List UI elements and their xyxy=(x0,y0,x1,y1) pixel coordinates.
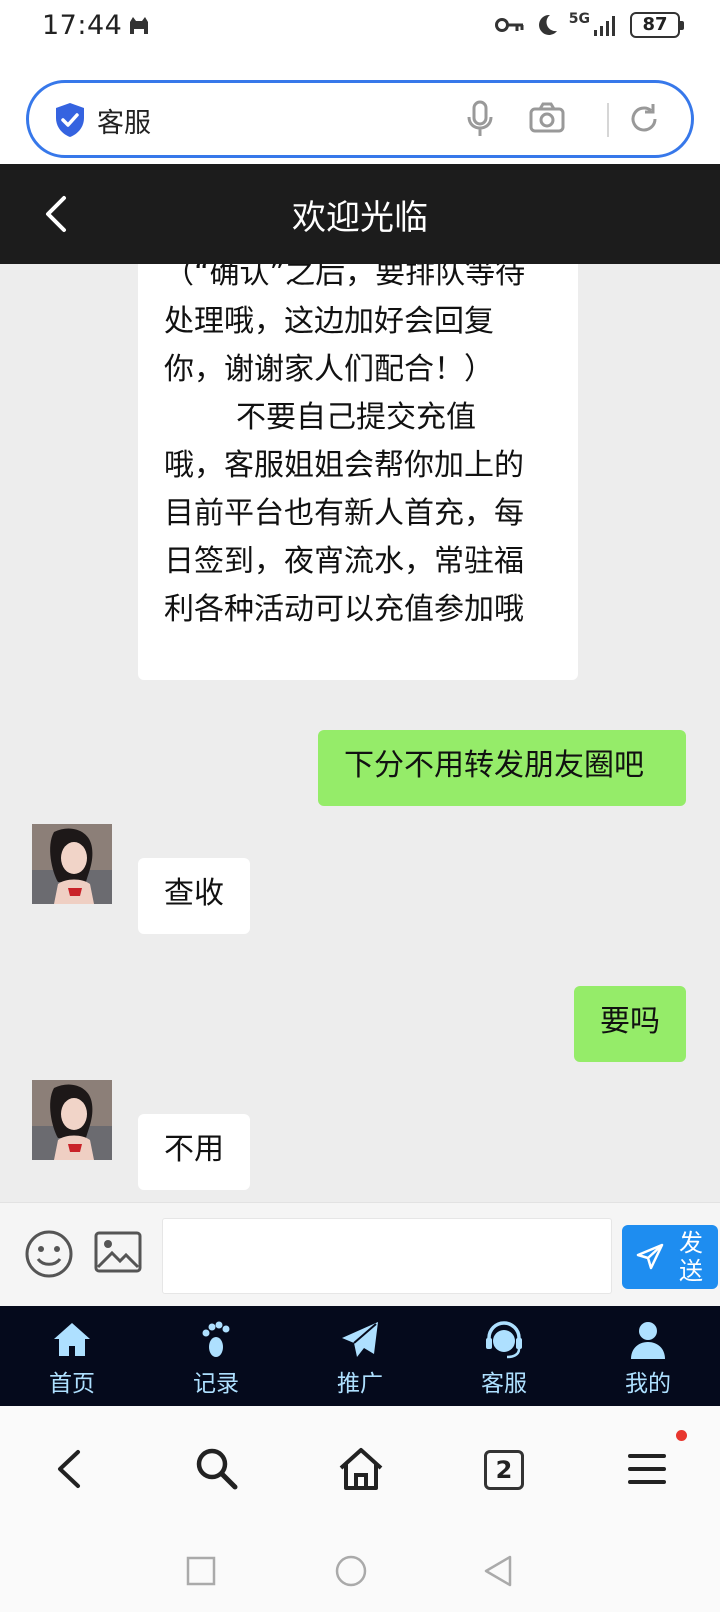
reload-icon[interactable] xyxy=(627,101,661,137)
received-message: 查收 xyxy=(138,858,250,934)
nav-item-service[interactable]: 客服 xyxy=(432,1306,576,1406)
battery-indicator: 87 xyxy=(630,12,684,38)
home-icon xyxy=(54,1323,90,1356)
emoji-icon[interactable] xyxy=(24,1229,74,1279)
system-nav-bar xyxy=(0,1532,720,1612)
signal-icon xyxy=(594,16,615,36)
message-text: 不用 xyxy=(164,1132,224,1167)
microphone-icon[interactable] xyxy=(465,99,495,139)
nav-item-mine[interactable]: 我的 xyxy=(576,1306,720,1406)
camera-icon[interactable] xyxy=(529,101,565,135)
avatar[interactable] xyxy=(32,824,112,904)
key-icon xyxy=(494,18,524,32)
avatar-image xyxy=(32,1080,112,1160)
headset-icon xyxy=(486,1321,522,1359)
message-input-bar: 发送 xyxy=(0,1202,720,1306)
footprint-icon xyxy=(202,1321,230,1357)
system-back-icon[interactable] xyxy=(482,1554,514,1588)
message-text: 查收 xyxy=(164,876,224,911)
moon-icon xyxy=(538,14,557,35)
system-home-icon[interactable] xyxy=(334,1554,368,1588)
send-button[interactable]: 发送 xyxy=(622,1225,718,1289)
nav-item-home[interactable]: 首页 xyxy=(0,1306,144,1406)
message-line: 哦，客服姐姐会帮你加上的 xyxy=(164,448,524,483)
browser-address-area: 客服 xyxy=(0,60,720,164)
message-line: （“确认”之后，要排队等待 xyxy=(164,264,526,291)
page-header: 欢迎光临 xyxy=(0,164,720,264)
status-icons: 5G 87 xyxy=(494,11,684,38)
send-arrow-icon xyxy=(636,1243,664,1270)
sent-message: 下分不用转发朋友圈吧 xyxy=(318,730,686,806)
sent-message: 要吗 xyxy=(574,986,686,1062)
message-line: 目前平台也有新人首充，每 xyxy=(164,496,524,531)
received-message: 不用 xyxy=(138,1114,250,1190)
nav-label: 推广 xyxy=(337,1371,383,1397)
message-text: 下分不用转发朋友圈吧 xyxy=(344,748,644,783)
received-message-long: g） （“确认”之后，要排队等待 处理哦，这边加好会回复 你，谢谢家人们配合！）… xyxy=(138,264,578,680)
browser-back-icon[interactable] xyxy=(46,1444,96,1494)
cat-icon xyxy=(130,17,148,34)
security-shield-icon xyxy=(56,103,84,137)
notification-dot xyxy=(676,1430,687,1441)
send-label: 发送 xyxy=(679,1229,703,1285)
search-icon[interactable] xyxy=(192,1444,242,1494)
image-icon[interactable] xyxy=(94,1231,142,1273)
message-line: 不要自己提交充值 xyxy=(236,400,476,435)
status-time: 17:44 xyxy=(42,10,123,41)
nav-label: 记录 xyxy=(193,1371,239,1397)
nav-label: 客服 xyxy=(481,1371,527,1397)
nav-item-promote[interactable]: 推广 xyxy=(288,1306,432,1406)
address-divider xyxy=(607,103,609,137)
recent-apps-icon[interactable] xyxy=(186,1556,216,1586)
menu-icon[interactable] xyxy=(622,1444,672,1494)
paper-plane-icon xyxy=(342,1322,378,1357)
nav-item-records[interactable]: 记录 xyxy=(144,1306,288,1406)
app-bottom-nav: 首页 记录 推广 客服 我的 xyxy=(0,1306,720,1406)
tab-count-button[interactable]: 2 xyxy=(484,1450,524,1490)
browser-toolbar: 2 xyxy=(0,1406,720,1532)
message-line: 日签到，夜宵流水，常驻福 xyxy=(164,544,524,579)
avatar[interactable] xyxy=(32,1080,112,1160)
message-text: 要吗 xyxy=(600,1004,660,1039)
page-title: 欢迎光临 xyxy=(292,198,428,238)
message-line: 处理哦，这边加好会回复 xyxy=(164,304,494,339)
avatar-image xyxy=(32,824,112,904)
home-icon[interactable] xyxy=(336,1444,386,1494)
user-icon xyxy=(631,1322,665,1359)
nav-label: 首页 xyxy=(49,1371,95,1397)
address-text: 客服 xyxy=(97,108,151,139)
message-line: 你，谢谢家人们配合！） xyxy=(164,352,494,387)
message-input[interactable] xyxy=(162,1218,612,1294)
nav-label: 我的 xyxy=(625,1371,671,1397)
status-bar: 17:44 5G 87 xyxy=(0,0,720,60)
address-bar[interactable]: 客服 xyxy=(26,80,694,158)
chat-area[interactable]: g） （“确认”之后，要排队等待 处理哦，这边加好会回复 你，谢谢家人们配合！）… xyxy=(0,264,720,1202)
message-line: 利各种活动可以充值参加哦 xyxy=(164,592,524,627)
network-label: 5G xyxy=(568,11,590,27)
